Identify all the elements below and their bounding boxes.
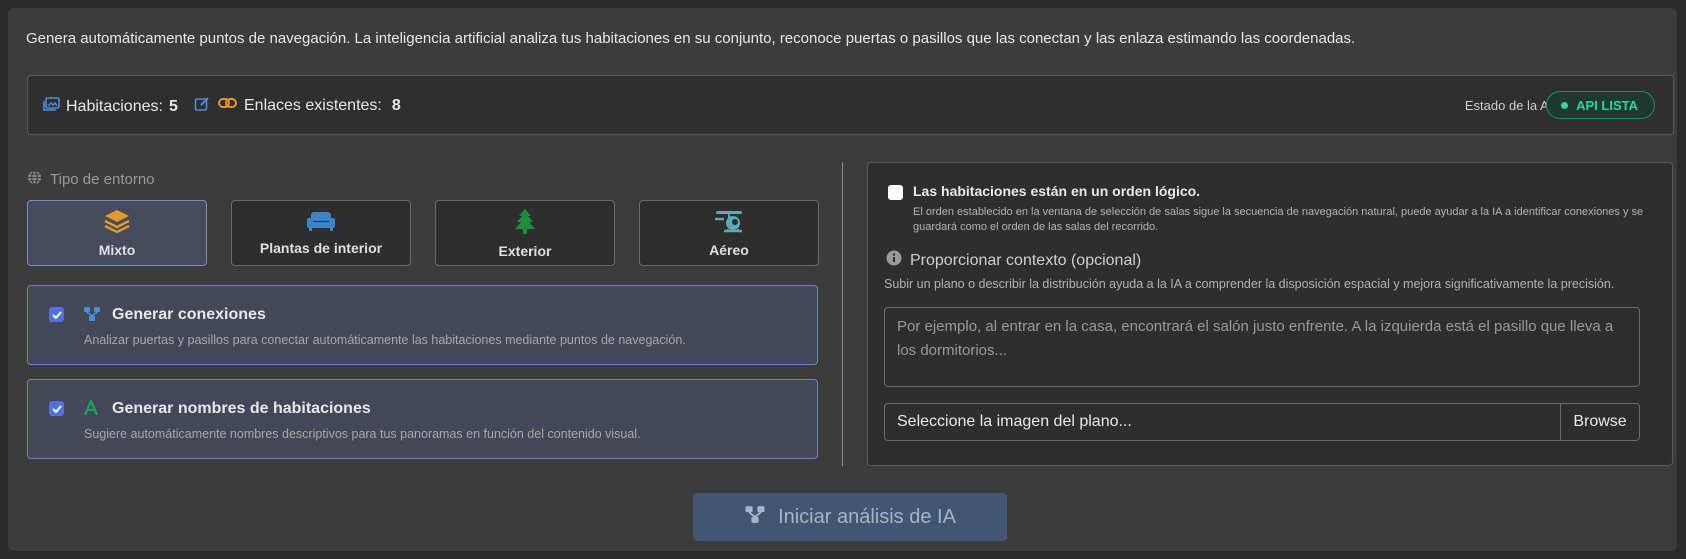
sitemap-icon	[744, 505, 766, 530]
context-panel: Las habitaciones están en un orden lógic…	[867, 162, 1673, 466]
browse-button[interactable]: Browse	[1560, 404, 1639, 440]
sitemap-icon	[83, 306, 101, 327]
start-ai-analysis-button[interactable]: Iniciar análisis de IA	[693, 493, 1007, 541]
env-option-exterior[interactable]: Exterior	[435, 200, 615, 266]
file-placeholder: Seleccione la imagen del plano...	[897, 413, 1132, 430]
ai-assistant-panel: Genera automáticamente puntos de navegac…	[8, 8, 1677, 551]
api-status-text: API LISTA	[1576, 97, 1638, 113]
env-option-aereo[interactable]: Aéreo	[639, 200, 819, 266]
tree-icon	[514, 208, 536, 237]
api-status-badge: API LISTA	[1546, 91, 1655, 119]
rooms-count: 5	[168, 97, 178, 115]
connections-title: Generar conexiones	[112, 306, 266, 323]
context-description: Subir un plano o describir la distribuci…	[884, 277, 1615, 291]
links-label: Enlaces existentes:	[244, 96, 382, 114]
logical-order-description: El orden establecido en la ventana de se…	[913, 206, 1644, 233]
links-count: 8	[391, 96, 401, 114]
env-option-interior[interactable]: Plantas de interior	[231, 200, 411, 266]
rooms-label: Habitaciones:	[66, 97, 163, 115]
names-description: Sugiere automáticamente nombres descript…	[84, 427, 641, 441]
generate-names-option[interactable]: Generar nombres de habitaciones Sugiere …	[27, 379, 818, 459]
floorplan-file-input[interactable]: Seleccione la imagen del plano... Browse	[884, 403, 1640, 441]
helicopter-icon	[714, 209, 744, 236]
logical-order-title: Las habitaciones están en un orden lógic…	[913, 183, 1201, 199]
sofa-icon	[306, 211, 336, 234]
names-checkbox[interactable]	[49, 401, 64, 416]
environment-title: Tipo de entorno	[27, 170, 155, 189]
intro-text: Genera automáticamente puntos de navegac…	[26, 30, 1356, 47]
env-option-mixto[interactable]: Mixto	[27, 200, 207, 266]
column-divider	[842, 162, 843, 466]
globe-icon	[27, 170, 42, 189]
edit-icon[interactable]	[194, 96, 210, 117]
connections-checkbox[interactable]	[49, 307, 64, 322]
status-dot-icon	[1561, 101, 1569, 109]
layers-icon	[104, 209, 130, 236]
stats-bar: Habitaciones: 5 Enlaces existentes: 8 Es…	[27, 75, 1674, 135]
links-stat: Enlaces existentes: 8	[218, 96, 401, 115]
info-icon	[886, 250, 902, 271]
connections-description: Analizar puertas y pasillos para conecta…	[84, 333, 686, 347]
logical-order-checkbox[interactable]	[888, 185, 903, 200]
images-icon	[43, 96, 60, 117]
generate-connections-option[interactable]: Generar conexiones Analizar puertas y pa…	[27, 285, 818, 365]
rooms-stat: Habitaciones: 5	[43, 96, 210, 117]
link-icon	[218, 96, 238, 115]
names-title: Generar nombres de habitaciones	[112, 400, 371, 417]
context-textarea[interactable]	[884, 307, 1640, 387]
font-icon	[83, 397, 99, 421]
context-title: Proporcionar contexto (opcional)	[886, 250, 1141, 271]
